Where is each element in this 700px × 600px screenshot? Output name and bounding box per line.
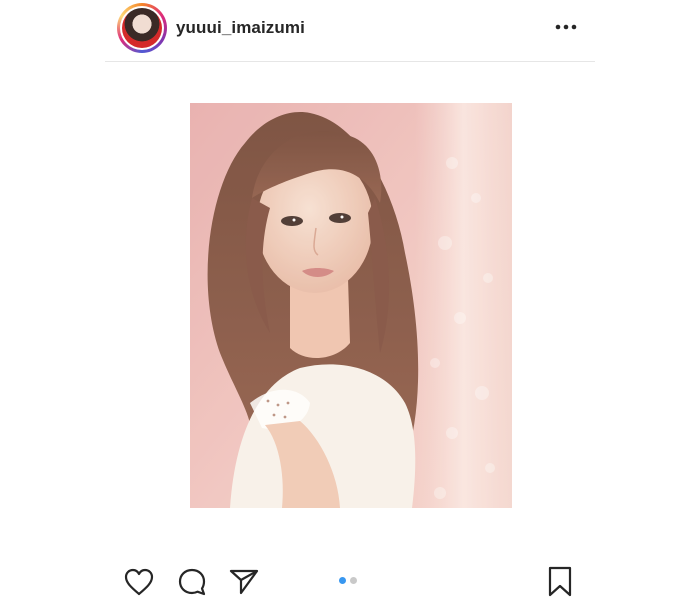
comment-icon: [178, 568, 206, 596]
post-image: [190, 103, 512, 508]
send-icon: [229, 569, 259, 595]
carousel-indicator: [339, 577, 357, 585]
like-button[interactable]: [122, 565, 156, 599]
avatar[interactable]: [117, 3, 167, 53]
avatar-inner-ring: [120, 6, 164, 50]
bookmark-icon: [548, 566, 572, 597]
action-bar: [105, 555, 595, 600]
save-button[interactable]: [543, 565, 577, 599]
post-photo[interactable]: [190, 103, 512, 508]
heart-icon: [124, 568, 154, 596]
more-options-button[interactable]: [554, 17, 578, 37]
carousel-dot-active: [339, 577, 346, 584]
share-button[interactable]: [227, 565, 261, 599]
username-link[interactable]: yuuui_imaizumi: [176, 18, 305, 38]
post-header: yuuui_imaizumi: [105, 0, 595, 62]
more-options-icon: [555, 24, 577, 30]
carousel-dot: [350, 577, 357, 584]
avatar-photo: [122, 8, 162, 48]
comment-button[interactable]: [175, 565, 209, 599]
